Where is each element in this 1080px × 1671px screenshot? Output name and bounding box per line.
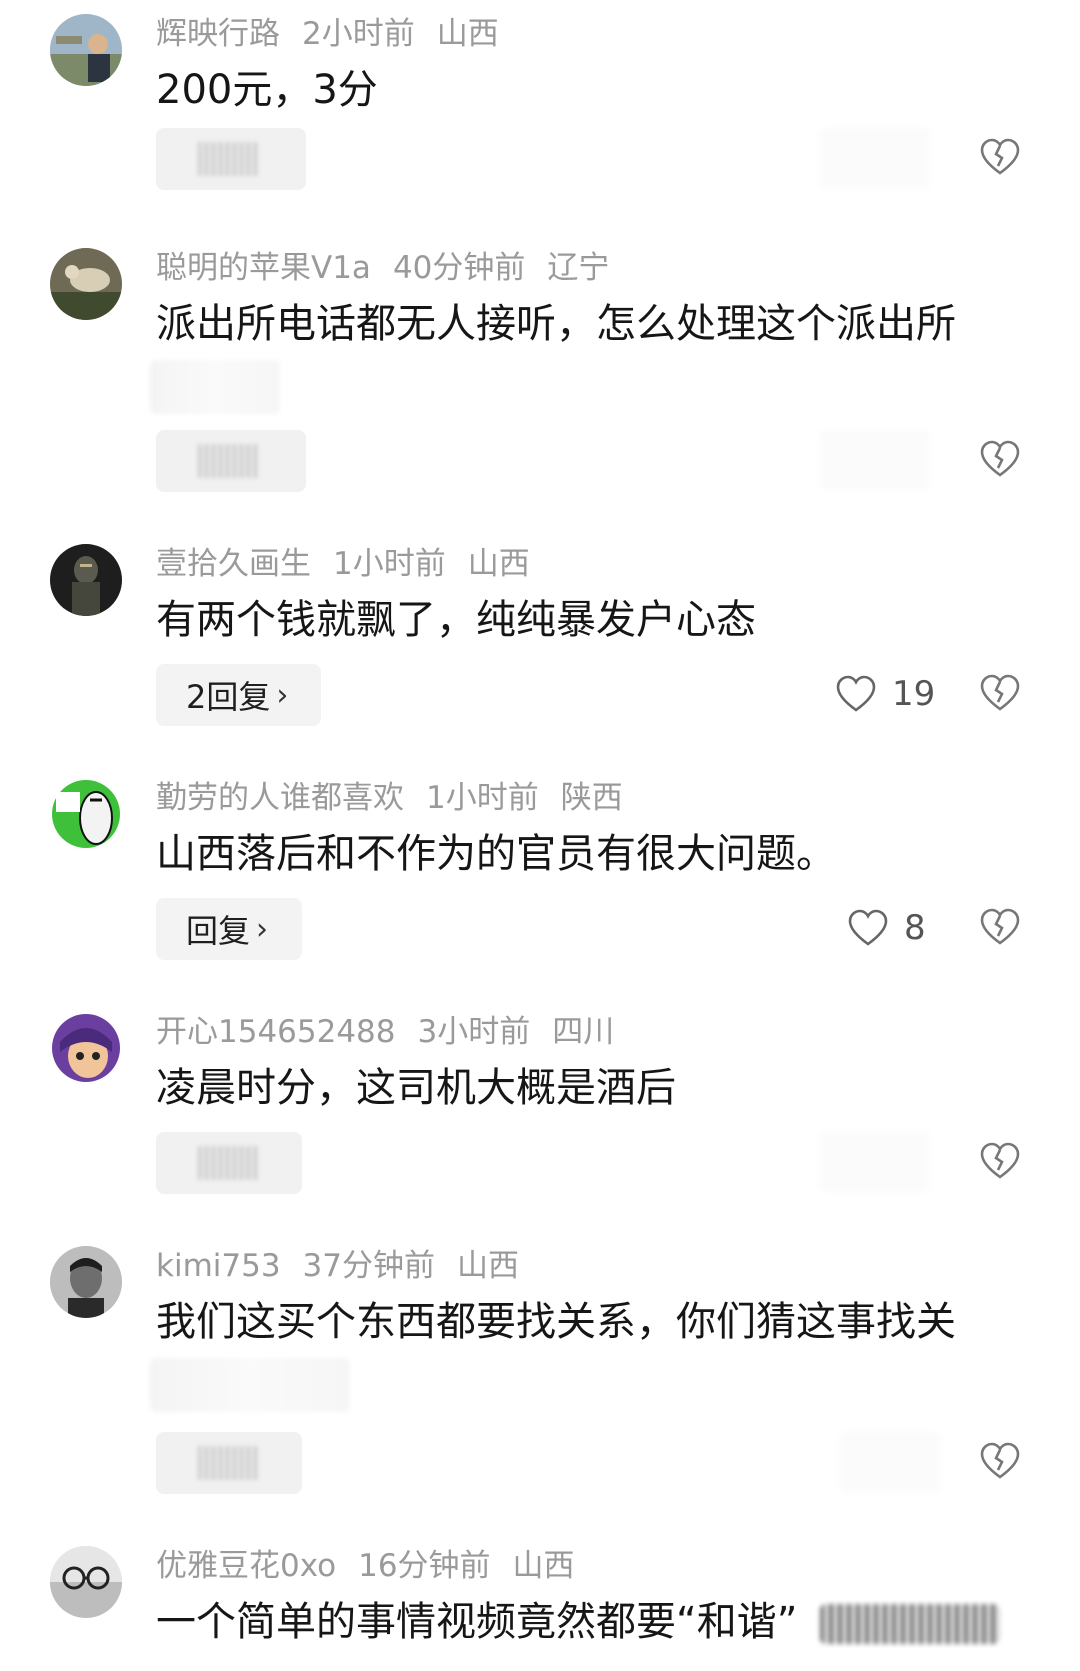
broken-heart-icon[interactable] (980, 908, 1020, 948)
username[interactable]: 壹拾久画生 (156, 546, 311, 582)
reply-button[interactable] (156, 1432, 302, 1494)
like-area-blurred (820, 1132, 930, 1192)
avatar[interactable] (50, 778, 122, 850)
like-area-blurred (840, 1432, 940, 1492)
timestamp: 40分钟前 (392, 250, 526, 286)
like-count: 8 (904, 908, 926, 948)
blurred-label (198, 142, 258, 176)
broken-heart-icon[interactable] (980, 1442, 1020, 1482)
reply-button[interactable] (156, 430, 306, 492)
avatar[interactable] (50, 1246, 122, 1318)
chevron-right-icon: › (276, 677, 289, 713)
like-area-blurred (820, 128, 930, 188)
broken-heart-icon[interactable] (980, 1142, 1020, 1182)
avatar[interactable] (50, 1546, 122, 1618)
broken-heart-icon[interactable] (980, 674, 1020, 714)
broken-heart-icon[interactable] (980, 440, 1020, 480)
location: 山西 (436, 16, 499, 52)
location: 山西 (467, 546, 530, 582)
blurred-label (198, 444, 258, 478)
comment-meta: 优雅豆花0xo 16分钟前 山西 (156, 1546, 597, 1586)
comment-text: 派出所电话都无人接听，怎么处理这个派出所 (156, 301, 956, 347)
timestamp: 16分钟前 (358, 1548, 491, 1584)
comment-meta: 壹拾久画生 1小时前 山西 (156, 544, 552, 584)
broken-heart-icon[interactable] (980, 138, 1020, 178)
reply-button[interactable]: 回复 › (156, 898, 302, 960)
username[interactable]: 勤劳的人谁都喜欢 (156, 780, 404, 816)
timestamp: 1小时前 (426, 780, 539, 816)
chevron-right-icon: › (256, 911, 269, 947)
comment-text: 200元，3分 (156, 67, 378, 113)
avatar[interactable] (50, 14, 122, 86)
comment-text: 山西落后和不作为的官员有很大问题。 (156, 831, 836, 877)
avatar[interactable] (50, 248, 122, 320)
comment-meta: 辉映行路 2小时前 山西 (156, 14, 521, 54)
timestamp: 2小时前 (302, 16, 415, 52)
like-count: 19 (892, 674, 936, 714)
location: 四川 (552, 1014, 615, 1050)
blurred-text-line (150, 1358, 350, 1412)
timestamp: 37分钟前 (302, 1248, 435, 1284)
comment-text: 我们这买个东西都要找关系，你们猜这事找关 (156, 1299, 956, 1345)
comment-text: 有两个钱就飘了，纯纯暴发户心态 (156, 597, 756, 643)
location: 山西 (512, 1548, 575, 1584)
blurred-label (198, 1146, 258, 1180)
comment-text: 凌晨时分，这司机大概是酒后 (156, 1065, 676, 1111)
username[interactable]: 开心154652488 (156, 1014, 396, 1050)
heart-outline-icon (848, 909, 888, 946)
reply-label: 2回复 (186, 678, 271, 716)
timestamp: 3小时前 (417, 1014, 531, 1050)
username[interactable]: 聪明的苹果V1a (156, 250, 371, 286)
avatar[interactable] (50, 544, 122, 616)
username[interactable]: 辉映行路 (156, 16, 280, 52)
heart-outline-icon (836, 675, 876, 712)
reply-button[interactable] (156, 128, 306, 190)
timestamp: 1小时前 (333, 546, 446, 582)
like-button[interactable]: 8 (848, 908, 926, 948)
username[interactable]: kimi753 (156, 1248, 281, 1284)
reply-button[interactable]: 2回复 › (156, 664, 321, 726)
comment-meta: 勤劳的人谁都喜欢 1小时前 陕西 (156, 778, 645, 818)
blurred-text-line (150, 360, 280, 414)
comment-meta: 聪明的苹果V1a 40分钟前 辽宁 (156, 248, 631, 288)
reply-button[interactable] (156, 1132, 302, 1194)
blurred-text-line (820, 1604, 1000, 1644)
comment-meta: 开心154652488 3小时前 四川 (156, 1012, 636, 1052)
location: 辽宁 (547, 250, 610, 286)
like-button[interactable]: 19 (836, 674, 935, 714)
comment-text: 一个简单的事情视频竟然都要“和谐” (156, 1599, 798, 1645)
location: 陕西 (560, 780, 623, 816)
reply-label: 回复 (186, 912, 251, 950)
username[interactable]: 优雅豆花0xo (156, 1548, 336, 1584)
location: 山西 (457, 1248, 519, 1284)
comment-meta: kimi753 37分钟前 山西 (156, 1246, 541, 1286)
like-area-blurred (820, 430, 930, 490)
blurred-label (198, 1446, 258, 1480)
avatar[interactable] (50, 1012, 122, 1084)
